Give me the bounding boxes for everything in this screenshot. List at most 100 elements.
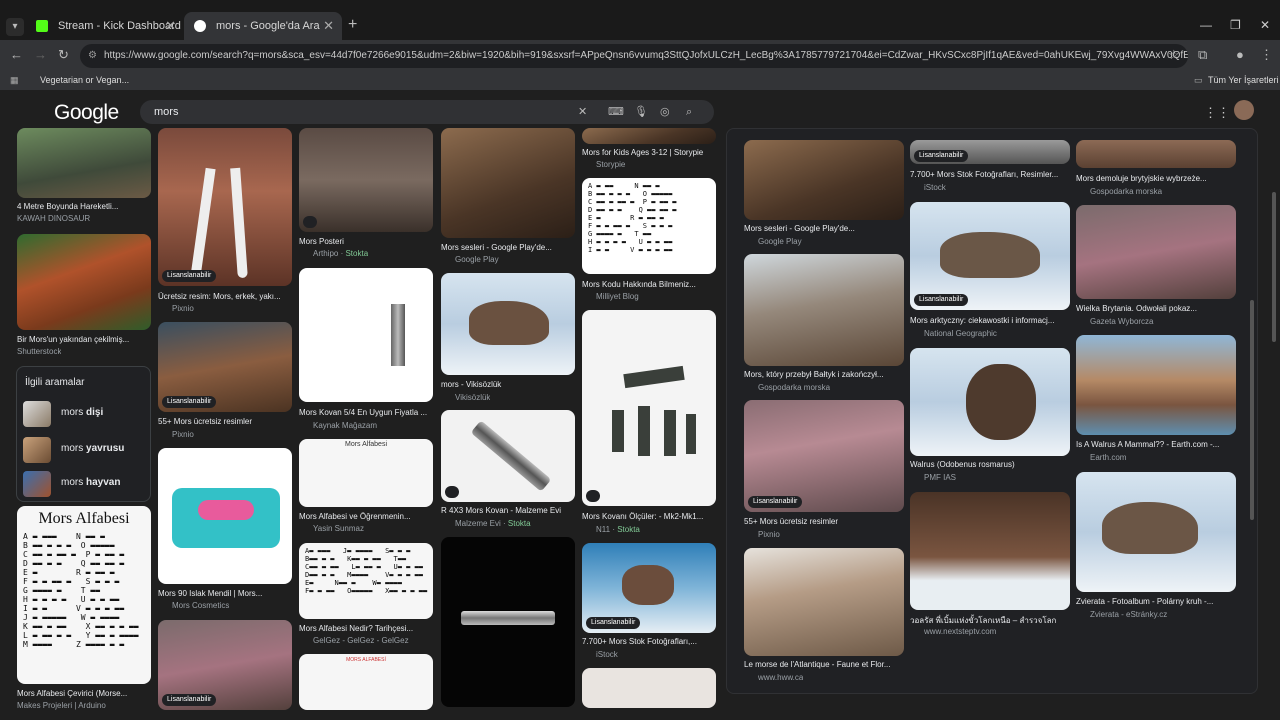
image-result[interactable]: Mors Alfabesi (299, 439, 433, 507)
image-result[interactable]: Lisanslanabilir (158, 322, 292, 412)
result-source[interactable]: Yasin Sunmaz (313, 524, 364, 533)
result-source[interactable]: Mors Cosmetics (172, 601, 229, 610)
result-source[interactable]: Google Play (455, 255, 499, 264)
image-result[interactable]: A▬ ▬▬▬ J▬ ▬▬▬▬ S▬ ▬ ▬ B▬▬ ▬ ▬ K▬▬ ▬ ▬▬ T… (299, 543, 433, 619)
search-input[interactable]: mors ✕ ⌨ 🎙 ◎ ⌕ (140, 100, 714, 124)
panel-source[interactable]: Zvierata - eStránky.cz (1090, 610, 1167, 619)
panel-image[interactable]: Lisanslanabilir (910, 140, 1070, 164)
tab-search-button[interactable]: ▾ (6, 18, 24, 36)
panel-caption[interactable]: Le morse de l'Atlantique - Faune et Flor… (744, 660, 904, 669)
close-tab-icon[interactable]: ✕ (323, 12, 334, 40)
close-window-icon[interactable]: ✕ (1260, 18, 1270, 32)
result-caption[interactable]: Ücretsiz resim: Mors, erkek, yakı... (158, 292, 292, 301)
clear-icon[interactable]: ✕ (578, 100, 587, 124)
panel-image[interactable] (910, 492, 1070, 610)
lens-icon[interactable]: ◎ (660, 100, 670, 124)
panel-caption[interactable]: Wielka Brytania. Odwołali pokaz... (1076, 304, 1236, 313)
result-caption[interactable]: Mors Kodu Hakkında Bilmeniz... (582, 280, 716, 289)
panel-source[interactable]: Earth.com (1090, 453, 1126, 462)
forward-icon[interactable]: → (34, 47, 47, 62)
panel-image[interactable] (744, 548, 904, 656)
panel-caption[interactable]: 55+ Mors ücretsiz resimler (744, 517, 904, 526)
image-result[interactable]: Lisanslanabilir (158, 128, 292, 286)
result-source[interactable]: Vikisözlük (455, 393, 490, 402)
panel-image[interactable] (1076, 472, 1236, 592)
result-caption[interactable]: Mors Alfabesi ve Öğrenmenin... (299, 512, 433, 521)
image-result[interactable] (441, 537, 575, 707)
result-source[interactable]: N11 · Stokta (596, 525, 640, 534)
panel-caption[interactable]: Walrus (Odobenus rosmarus) (910, 460, 1070, 469)
image-result[interactable]: A ▬ ▬▬ N ▬▬ ▬ B ▬▬ ▬ ▬ ▬ O ▬▬▬▬▬ C ▬▬ ▬ … (582, 178, 716, 274)
image-result[interactable] (441, 128, 575, 238)
result-source[interactable]: GelGez - GelGez - GelGez (313, 636, 409, 645)
related-item[interactable]: mors dişi (23, 399, 145, 429)
result-source[interactable]: Milliyet Blog (596, 292, 639, 301)
image-result[interactable] (582, 310, 716, 506)
result-caption[interactable]: Mors Posteri (299, 237, 433, 246)
result-source[interactable]: Malzeme Evi · Stokta (455, 519, 531, 528)
page-scrollbar[interactable] (1272, 192, 1276, 342)
restore-icon[interactable]: ❐ (1230, 18, 1241, 32)
result-caption[interactable]: Mors Alfabesi Nedir? Tarihçesi... (299, 624, 433, 633)
result-caption[interactable]: R 4X3 Mors Kovan - Malzeme Evi (441, 506, 575, 515)
reload-icon[interactable]: ↻ (58, 47, 69, 63)
result-caption[interactable]: Mors 90 Islak Mendil | Mors... (158, 589, 292, 598)
result-source[interactable]: KAWAH DINOSAUR (17, 214, 90, 223)
panel-source[interactable]: Google Play (758, 237, 802, 246)
profile-icon[interactable]: ● (1236, 47, 1244, 62)
panel-caption[interactable]: วอลรัส พี่เบิ้มแห่งขั้วโลกเหนือ – สำรวจโ… (910, 614, 1070, 627)
image-result[interactable] (299, 128, 433, 232)
site-info-icon[interactable]: ⚙ (88, 44, 97, 68)
result-source[interactable]: iStock (596, 650, 618, 659)
panel-source[interactable]: Gospodarka morska (1090, 187, 1162, 196)
panel-source[interactable]: www.hww.ca (758, 673, 803, 682)
panel-source[interactable]: www.nextsteptv.com (924, 627, 996, 636)
panel-caption[interactable]: 7.700+ Mors Stok Fotoğrafları, Resimler.… (910, 170, 1070, 179)
panel-image[interactable] (744, 254, 904, 366)
panel-caption[interactable]: Mors, który przebył Bałtyk i zakończył..… (744, 370, 904, 379)
panel-caption[interactable]: Mors demoluje brytyjskie wybrzeże... (1076, 174, 1236, 183)
panel-image[interactable] (1076, 140, 1236, 168)
result-caption[interactable]: 7.700+ Mors Stok Fotoğrafları,... (582, 637, 716, 646)
result-caption[interactable]: Mors Kovanı Ölçüler: - Mk2-Mk1... (582, 512, 716, 521)
close-tab-icon[interactable]: ✕ (165, 12, 176, 40)
panel-scrollbar[interactable] (1250, 300, 1254, 520)
result-caption[interactable]: Mors Alfabesi Çevirici (Morse... (17, 689, 151, 698)
result-source[interactable]: Storypie (596, 160, 625, 169)
result-caption[interactable]: Mors sesleri - Google Play'de... (441, 243, 575, 252)
panel-caption[interactable]: Zvierata - Fotoalbum - Polárny kruh -... (1076, 597, 1236, 606)
panel-image[interactable] (1076, 335, 1236, 435)
bookmark-star-icon[interactable]: ☆ (1168, 47, 1180, 63)
panel-image[interactable] (1076, 205, 1236, 299)
panel-image[interactable]: Lisanslanabilir (910, 202, 1070, 310)
panel-source[interactable]: PMF IAS (924, 473, 956, 482)
image-result[interactable] (17, 234, 151, 330)
extensions-icon[interactable]: ⧉ (1198, 47, 1207, 63)
image-result[interactable]: Lisanslanabilir (158, 620, 292, 710)
related-item[interactable]: mors yavrusu (23, 435, 145, 465)
minimize-icon[interactable]: — (1200, 18, 1212, 32)
result-caption[interactable]: Mors for Kids Ages 3-12 | Storypie (582, 148, 716, 157)
all-bookmarks[interactable]: Tüm Yer İşaretleri (1208, 70, 1279, 90)
result-caption[interactable]: Mors Kovan 5/4 En Uygun Fiyatla ... (299, 408, 433, 417)
image-result[interactable] (582, 668, 716, 708)
result-caption[interactable]: 55+ Mors ücretsiz resimler (158, 417, 292, 426)
related-item[interactable]: mors hayvan (23, 469, 145, 499)
result-source[interactable]: Pixnio (172, 304, 194, 313)
panel-source[interactable]: Pixnio (758, 530, 780, 539)
image-result[interactable] (17, 128, 151, 198)
result-caption[interactable]: 4 Metre Boyunda Hareketli... (17, 202, 151, 211)
panel-source[interactable]: National Geographic (924, 329, 997, 338)
result-caption[interactable]: mors - Vikisözlük (441, 380, 575, 389)
image-result[interactable]: MORS ALFABESİ (299, 654, 433, 710)
search-icon[interactable]: ⌕ (686, 100, 692, 124)
avatar[interactable] (1234, 100, 1254, 120)
panel-source[interactable]: Gospodarka morska (758, 383, 830, 392)
panel-source[interactable]: iStock (924, 183, 946, 192)
tab-google-search[interactable]: mors - Google'da Ara ✕ (184, 12, 342, 40)
bookmark-item[interactable]: Vegetarian or Vegan... (40, 70, 129, 90)
microphone-icon[interactable]: 🎙 (634, 100, 648, 124)
tab-kick-dashboard[interactable]: Stream - Kick Dashboard ✕ (26, 12, 184, 40)
panel-caption[interactable]: Is A Walrus A Mammal?? - Earth.com -... (1076, 440, 1236, 449)
image-result[interactable] (441, 273, 575, 375)
